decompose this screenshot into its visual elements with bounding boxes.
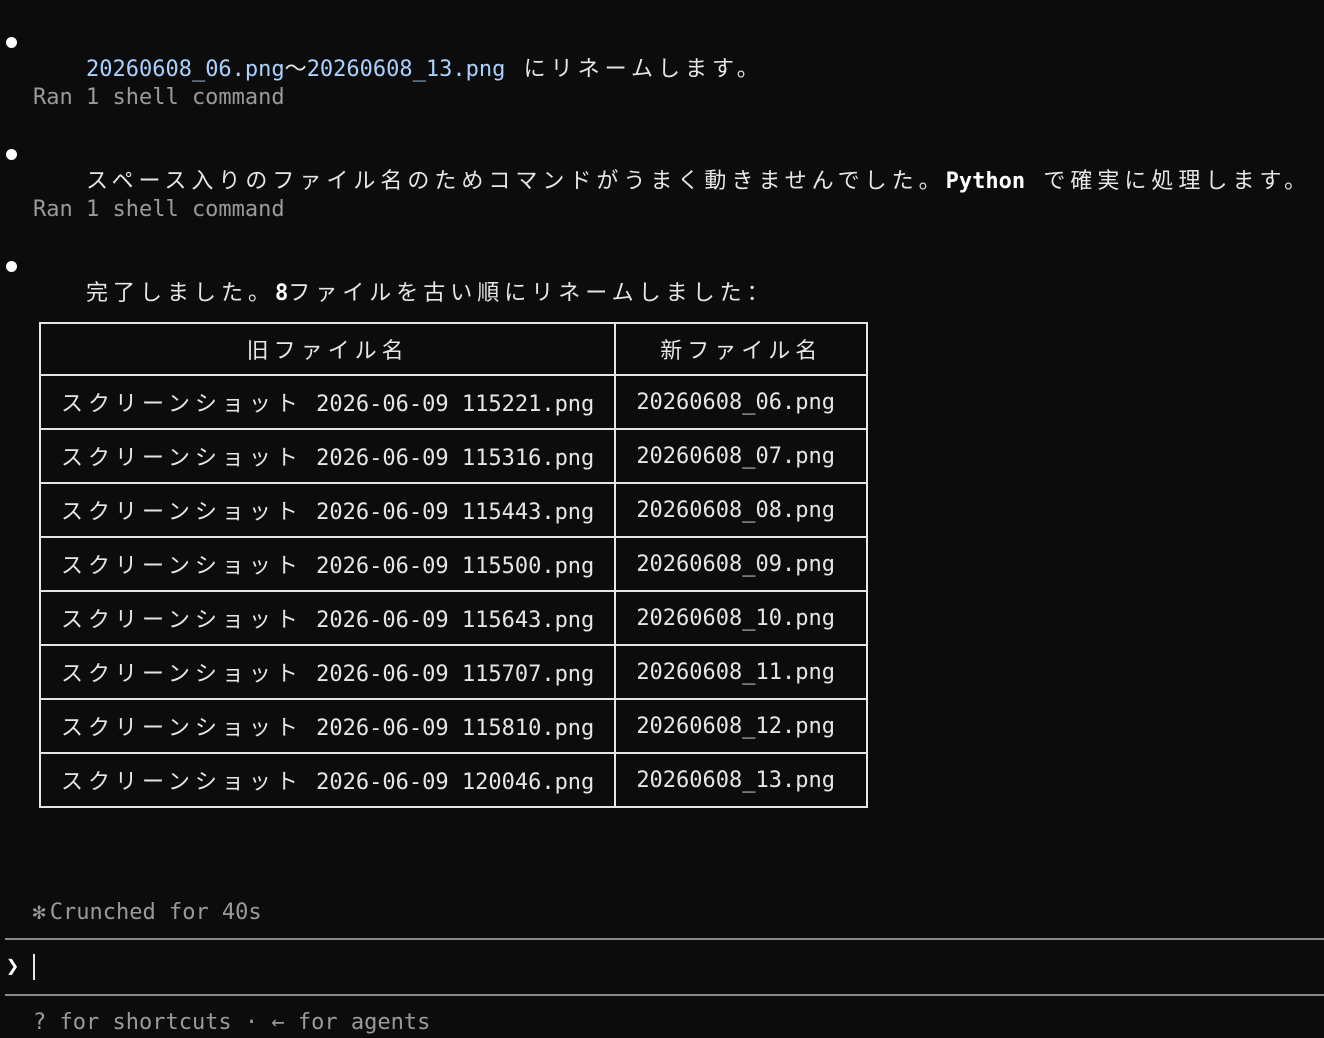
shortcuts-hint: ? for shortcuts · ← for agents (33, 1010, 431, 1035)
new-filename-cell: 20260608_13.png (614, 752, 869, 808)
assistant-message-rename-plan: 20260608_06.png〜20260608_13.png にリネームします… (0, 28, 759, 82)
old-filename-suffix: 2026-06-09 115221.png (302, 392, 595, 417)
old-filename-suffix: 2026-06-09 115500.png (302, 554, 595, 579)
old-filename-prefix: スクリーンショット (61, 716, 303, 741)
assistant-message-retry: スペース入りのファイル名のためコマンドがうまく動きませんでした。Python で… (0, 140, 1306, 194)
new-filename-cell: 20260608_10.png (614, 590, 869, 646)
old-filename-suffix: 2026-06-09 115643.png (302, 608, 595, 633)
table-row: スクリーンショット 2026-06-09 115443.png 20260608… (38, 482, 869, 538)
rename-table: 旧ファイル名 新ファイル名 スクリーンショット 2026-06-09 11522… (38, 322, 869, 808)
old-filename-cell: スクリーンショット 2026-06-09 115643.png (38, 590, 617, 646)
message-text: ファイルを古い順にリネームしました： (288, 281, 774, 306)
assistant-message-complete: 完了しました。8ファイルを古い順にリネームしました： (0, 252, 769, 306)
old-filename-cell: スクリーンショット 2026-06-09 115443.png (38, 482, 617, 538)
message-text: スペース入りのファイル名のためコマンドがうまく動きませんでした。 (85, 169, 946, 194)
table-row: スクリーンショット 2026-06-09 120046.png 20260608… (38, 752, 869, 808)
old-filename-cell: スクリーンショット 2026-06-09 115500.png (38, 536, 617, 592)
prompt-chevron-icon: ❯ (6, 954, 20, 979)
status-text: Crunched for 40s (49, 900, 262, 925)
tool-call-summary[interactable]: Ran 1 shell command (0, 84, 285, 112)
new-filename-cell: 20260608_06.png (614, 374, 869, 430)
old-filename-prefix: スクリーンショット (61, 608, 303, 633)
old-filename-prefix: スクリーンショット (61, 446, 303, 471)
table-row: スクリーンショット 2026-06-09 115810.png 20260608… (38, 698, 869, 754)
new-filename-header: 新ファイル名 (614, 322, 869, 376)
old-filename-prefix: スクリーンショット (61, 554, 303, 579)
message-text: 完了しました。 (85, 281, 275, 306)
old-filename-prefix: スクリーンショット (61, 392, 303, 417)
asterisk-spinner-icon: ✻ (32, 900, 46, 925)
status-line: ✻ Crunched for 40s (6, 868, 262, 925)
old-filename-suffix: 2026-06-09 115443.png (302, 500, 595, 525)
range-separator: 〜 (284, 57, 307, 82)
old-filename-cell: スクリーンショット 2026-06-09 115707.png (38, 644, 617, 700)
old-filename-prefix: スクリーンショット (61, 500, 303, 525)
tool-call-summary[interactable]: Ran 1 shell command (0, 196, 285, 224)
table-row: スクリーンショット 2026-06-09 115707.png 20260608… (38, 644, 869, 700)
file-count: 8 (275, 281, 289, 306)
old-filename-cell: スクリーンショット 2026-06-09 120046.png (38, 752, 617, 808)
old-filename-suffix: 2026-06-09 115316.png (302, 446, 595, 471)
old-filename-suffix: 2026-06-09 115707.png (302, 662, 595, 687)
old-filename-cell: スクリーンショット 2026-06-09 115316.png (38, 428, 617, 484)
old-filename-cell: スクリーンショット 2026-06-09 115810.png (38, 698, 617, 754)
tool-call-label: Ran 1 shell command (33, 85, 285, 110)
table-row: スクリーンショット 2026-06-09 115500.png 20260608… (38, 536, 869, 592)
table-header-row: 旧ファイル名 新ファイル名 (38, 322, 869, 376)
old-filename-header: 旧ファイル名 (38, 322, 617, 376)
table-row: スクリーンショット 2026-06-09 115643.png 20260608… (38, 590, 869, 646)
new-filename-cell: 20260608_12.png (614, 698, 869, 754)
filename-range-start: 20260608_06.png (85, 57, 285, 82)
new-filename-cell: 20260608_09.png (614, 536, 869, 592)
new-filename-cell: 20260608_11.png (614, 644, 869, 700)
old-filename-suffix: 2026-06-09 120046.png (302, 770, 595, 795)
tool-call-label: Ran 1 shell command (33, 197, 285, 222)
old-filename-suffix: 2026-06-09 115810.png (302, 716, 595, 741)
input-top-divider (5, 938, 1324, 940)
table-row: スクリーンショット 2026-06-09 115316.png 20260608… (38, 428, 869, 484)
old-filename-prefix: スクリーンショット (61, 662, 303, 687)
input-bottom-divider (5, 994, 1324, 996)
new-filename-cell: 20260608_08.png (614, 482, 869, 538)
new-filename-cell: 20260608_07.png (614, 428, 869, 484)
message-bullet-icon (6, 261, 17, 272)
message-text: にリネームします。 (505, 57, 764, 82)
filename-range-end: 20260608_13.png (306, 57, 506, 82)
message-text: で確実に処理します。 (1025, 169, 1312, 194)
table-row: スクリーンショット 2026-06-09 115221.png 20260608… (38, 374, 869, 430)
message-bullet-icon (6, 37, 17, 48)
python-keyword: Python (945, 169, 1026, 194)
old-filename-cell: スクリーンショット 2026-06-09 115221.png (38, 374, 617, 430)
text-cursor[interactable] (33, 954, 35, 980)
old-filename-prefix: スクリーンショット (61, 770, 303, 795)
message-bullet-icon (6, 149, 17, 160)
